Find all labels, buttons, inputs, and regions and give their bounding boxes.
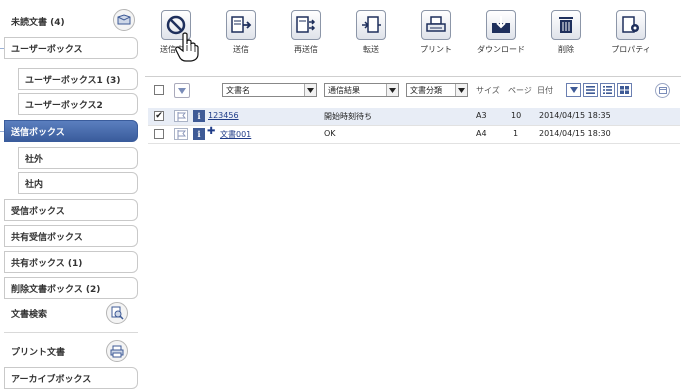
flag-icon[interactable]: [174, 128, 188, 140]
pages-value: 10: [511, 111, 522, 120]
calendar-icon[interactable]: [655, 83, 670, 98]
chevron-down-icon: [304, 84, 316, 96]
chevron-down-icon: [455, 84, 467, 96]
properties-label: プロパティ: [611, 45, 651, 54]
sidebar-item-label: 社内: [25, 179, 44, 190]
sidebar-item-label: プリント文書: [11, 347, 66, 358]
document-search-icon[interactable]: [106, 302, 128, 324]
comm-result-label: 通信結果: [328, 85, 360, 95]
pages-value: 1: [513, 129, 519, 138]
sidebar-item-label: ユーザーボックス: [11, 44, 83, 55]
sidebar-item-shared-box[interactable]: 共有ボックス (1): [4, 251, 138, 273]
pages-column-header[interactable]: ページ: [508, 85, 532, 96]
download-label: ダウンロード: [477, 45, 525, 54]
sidebar: 未読文書 (4) ユーザーボックス ユーザーボックス1 (3) ユーザーボックス…: [0, 0, 141, 391]
comm-result-value: 開始時刻待ち: [324, 112, 372, 121]
sidebar-item-user-box[interactable]: ユーザーボックス: [4, 37, 138, 59]
resend-label: 再送信: [294, 45, 318, 54]
date-column-header[interactable]: 日付: [537, 85, 553, 96]
print-documents-icon[interactable]: [106, 340, 128, 362]
row-checkbox[interactable]: [154, 129, 164, 139]
properties-icon: [616, 10, 646, 40]
sidebar-item-label: 共有受信ボックス: [11, 232, 83, 243]
sidebar-item-outbox[interactable]: 送信ボックス: [4, 120, 138, 142]
send-label: 送信: [233, 45, 249, 54]
print-button[interactable]: プリント: [407, 10, 465, 68]
forward-button[interactable]: 転送: [342, 10, 400, 68]
delete-label: 削除: [558, 45, 574, 54]
sidebar-item-user-box-1[interactable]: ユーザーボックス1 (3): [18, 68, 138, 90]
comm-result-value: OK: [324, 129, 336, 138]
download-button[interactable]: ダウンロード: [472, 10, 530, 68]
sidebar-item-label: 文書検索: [11, 309, 48, 320]
date-value: 2014/04/15 18:30: [539, 129, 611, 138]
sidebar-item-shared-inbox[interactable]: 共有受信ボックス: [4, 225, 138, 247]
sidebar-item-print-docs[interactable]: プリント文書: [4, 340, 104, 362]
table-row[interactable]: i ✚ 文書001 OK A4 1 2014/04/15 18:30: [148, 126, 680, 143]
sidebar-divider: [4, 332, 138, 333]
hand-cursor-icon: [175, 32, 199, 62]
download-icon: [486, 10, 516, 40]
resend-doc-icon: [291, 10, 321, 40]
doc-name-sort-select[interactable]: 文書名: [222, 83, 317, 97]
sidebar-item-user-box-2[interactable]: ユーザーボックス2: [18, 93, 138, 115]
detail-view-icon[interactable]: [600, 83, 615, 97]
forward-doc-icon: [356, 10, 386, 40]
sidebar-item-label: 共有ボックス (1): [11, 258, 83, 269]
toolbar: 送信中止 送信 再送信 転送 プリント ダウンロード 削除: [145, 0, 681, 77]
table-row[interactable]: ✔ i 123456 開始時刻待ち A3 10 2014/04/15 18:35: [148, 108, 680, 125]
doc-class-label: 文書分類: [410, 85, 442, 95]
print-label: プリント: [420, 45, 452, 54]
sidebar-item-label: 社外: [25, 154, 44, 165]
send-doc-icon: [226, 10, 256, 40]
send-button[interactable]: 送信: [212, 10, 270, 68]
select-all-checkbox[interactable]: [154, 85, 164, 95]
info-icon[interactable]: i: [193, 128, 205, 140]
sidebar-item-doc-search[interactable]: 文書検索: [4, 302, 104, 324]
toolbar-divider: [145, 76, 681, 77]
document-name-link[interactable]: 文書001: [220, 129, 251, 140]
doc-class-select[interactable]: 文書分類: [406, 83, 468, 97]
sidebar-item-deleted-box[interactable]: 削除文書ボックス (2): [4, 277, 138, 299]
document-name-link[interactable]: 123456: [208, 111, 239, 120]
thumbnail-view-icon[interactable]: [617, 83, 632, 97]
chevron-down-icon: [386, 84, 398, 96]
flag-icon[interactable]: [174, 110, 188, 122]
sidebar-item-external[interactable]: 社外: [18, 147, 138, 169]
sidebar-item-label: 受信ボックス: [11, 206, 65, 217]
size-value: A4: [476, 129, 487, 138]
row-divider: [148, 143, 680, 144]
doc-name-label: 文書名: [226, 85, 250, 95]
sidebar-item-label: ユーザーボックス1 (3): [25, 75, 121, 86]
list-header: 文書名 通信結果 文書分類 サイズ ページ 日付: [148, 80, 680, 102]
unread-docs-icon[interactable]: [113, 9, 135, 31]
sidebar-item-label: 送信ボックス: [11, 127, 65, 138]
properties-button[interactable]: プロパティ: [602, 10, 660, 68]
sidebar-item-archive-box[interactable]: アーカイブボックス: [4, 367, 138, 389]
sort-desc-button[interactable]: [566, 83, 581, 97]
plus-icon[interactable]: ✚: [207, 126, 215, 137]
resend-button[interactable]: 再送信: [277, 10, 335, 68]
sidebar-item-label: アーカイブボックス: [11, 374, 92, 385]
size-value: A3: [476, 111, 487, 120]
size-column-header[interactable]: サイズ: [476, 85, 500, 96]
printer-icon: [421, 10, 451, 40]
delete-button[interactable]: 削除: [537, 10, 595, 68]
comm-result-select[interactable]: 通信結果: [324, 83, 399, 97]
list-view-icon[interactable]: [583, 83, 598, 97]
sidebar-item-inbox[interactable]: 受信ボックス: [4, 199, 138, 221]
sidebar-item-internal[interactable]: 社内: [18, 172, 138, 194]
sidebar-item-label: 未読文書 (4): [11, 17, 65, 28]
row-checkbox[interactable]: ✔: [154, 111, 164, 121]
info-icon[interactable]: i: [193, 110, 205, 122]
sidebar-item-label: ユーザーボックス2: [25, 100, 103, 111]
sidebar-item-label: 削除文書ボックス (2): [11, 284, 101, 295]
date-value: 2014/04/15 18:35: [539, 111, 611, 120]
trash-icon: [551, 10, 581, 40]
forward-label: 転送: [363, 45, 379, 54]
filter-dropdown-icon[interactable]: [174, 83, 190, 98]
